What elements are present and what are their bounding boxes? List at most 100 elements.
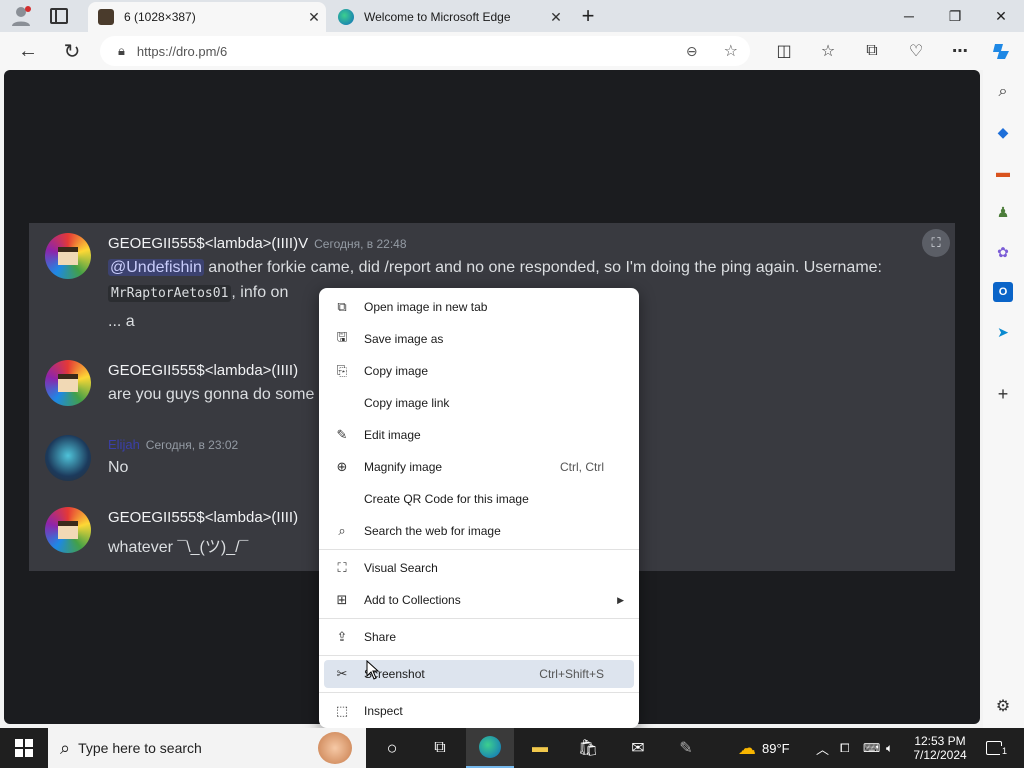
avatar <box>45 507 91 553</box>
new-tab-button[interactable]: + <box>576 3 600 29</box>
menu-item-open-image-new-tab[interactable]: ⧉ Open image in new tab <box>324 293 634 321</box>
menu-item-inspect[interactable]: ⬚ Inspect <box>324 697 634 725</box>
favorites-icon[interactable]: ☆ <box>814 37 842 65</box>
collections-icon: ⊞ <box>336 592 348 607</box>
title-bar: 6 (1028×387) ✕ Welcome to Microsoft Edge… <box>0 0 1024 32</box>
menu-item-magnify-image[interactable]: ⊕ Magnify image Ctrl, Ctrl <box>324 453 634 481</box>
mail-icon[interactable]: ✉ <box>626 736 650 760</box>
notification-center-icon[interactable]: 1 <box>982 728 1009 768</box>
message-text-line2: MrRaptorAetos01, info on <box>108 284 288 302</box>
volume-muted-icon[interactable]: 🔈︎ <box>886 728 893 768</box>
add-sidebar-icon[interactable]: + <box>993 384 1013 404</box>
menu-item-add-to-collections[interactable]: ⊞ Add to Collections ▶ <box>324 586 634 614</box>
save-image-icon: 🖫 <box>336 329 348 344</box>
tab-title: 6 (1028×387) <box>124 10 196 24</box>
submenu-arrow-icon: ▶ <box>617 594 624 605</box>
edge-favicon-icon <box>338 9 354 25</box>
avatar <box>45 233 91 279</box>
games-icon[interactable]: ♟ <box>993 202 1013 222</box>
menu-item-save-image-as[interactable]: 🖫 Save image as <box>324 325 634 353</box>
taskbar-search-box[interactable]: ⌕ Type here to search <box>48 728 366 768</box>
tools-icon[interactable]: ▬ <box>993 162 1013 182</box>
inline-code: MrRaptorAetos01 <box>108 285 232 302</box>
message-text: @Undefishin another forkie came, did /re… <box>108 259 882 276</box>
menu-item-visual-search[interactable]: ⛶ Visual Search <box>324 554 634 582</box>
menu-item-shortcut: Ctrl+Shift+S <box>539 667 604 681</box>
tray-app-icon[interactable]: ⧠ <box>840 728 850 768</box>
lock-icon[interactable]: 🔒︎ <box>118 43 125 59</box>
tab-actions-icon[interactable] <box>50 8 68 24</box>
share-icon: ⇪ <box>336 629 348 644</box>
back-button[interactable]: ← <box>14 37 42 65</box>
collections-icon[interactable]: ⧉ <box>858 37 886 65</box>
image-tab-favicon-icon <box>98 9 114 25</box>
message-text: are you guys gonna do some <box>108 386 315 403</box>
refresh-button[interactable]: ↻ <box>58 37 86 65</box>
notification-count: 1 <box>999 746 1009 756</box>
windows-taskbar: ⌕ Type here to search ○ ⧉ ▬ 🛍︎ ✉ ✎ ☁ 89°… <box>0 728 1024 768</box>
copy-image-icon: ⎘ <box>336 363 348 378</box>
weather-widget[interactable]: ☁ 89°F <box>738 728 790 768</box>
sidebar-settings-icon[interactable]: ⚙ <box>993 696 1013 716</box>
restore-button[interactable]: ❐ <box>932 0 978 32</box>
app-icon[interactable]: ✎ <box>674 736 698 760</box>
weather-icon: ☁ <box>738 737 756 758</box>
message-username: Elijah Сегодня, в 23:02 <box>108 437 239 452</box>
tab-image[interactable]: 6 (1028×387) ✕ <box>88 2 326 32</box>
menu-item-label: Inspect <box>364 704 403 718</box>
visual-search-hover-icon[interactable]: ⛶ <box>922 229 950 257</box>
close-tab-icon[interactable]: ✕ <box>302 9 326 26</box>
edit-image-icon: ✎ <box>336 427 348 442</box>
tab-welcome[interactable]: Welcome to Microsoft Edge ✕ <box>328 2 568 32</box>
url-text: https://dro.pm/6 <box>136 43 228 59</box>
close-tab-icon[interactable]: ✕ <box>544 9 568 26</box>
minimize-button[interactable]: ─ <box>886 0 932 32</box>
microsoft-store-icon[interactable]: 🛍︎ <box>576 736 600 760</box>
menu-item-create-qr-code[interactable]: Create QR Code for this image <box>324 485 634 513</box>
search-icon[interactable]: ⌕ <box>993 82 1013 102</box>
visual-search-icon: ⛶ <box>337 560 347 575</box>
task-view-icon[interactable]: ⧉ <box>428 736 452 760</box>
zoom-out-icon[interactable]: ⊖ <box>686 43 698 60</box>
cortana-icon[interactable]: ○ <box>380 736 404 760</box>
menu-item-share[interactable]: ⇪ Share <box>324 623 634 651</box>
clock[interactable]: 12:53 PM 7/12/2024 <box>913 728 966 768</box>
menu-item-label: Magnify image <box>364 460 443 474</box>
weather-temp: 89°F <box>762 740 790 756</box>
edge-sidebar: ⌕ ◆ ▬ ♟ ✿ O ➤ + ⚙ <box>983 70 1024 728</box>
windows-start-icon[interactable] <box>12 736 36 760</box>
edge-taskbar-icon[interactable] <box>466 728 514 768</box>
address-bar[interactable]: 🔒︎ https://dro.pm/6 ⊖ ☆ <box>100 36 750 66</box>
browser-essentials-icon[interactable]: ♡ <box>902 37 930 65</box>
split-screen-icon[interactable]: ◫ <box>770 37 798 65</box>
send-icon[interactable]: ➤ <box>993 322 1013 342</box>
menu-divider <box>319 549 639 550</box>
menu-item-copy-image[interactable]: ⎘ Copy image <box>324 357 634 385</box>
file-explorer-icon[interactable]: ▬ <box>528 736 552 760</box>
menu-item-copy-image-link[interactable]: Copy image link <box>324 389 634 417</box>
copilot-icon[interactable] <box>988 37 1016 65</box>
outlook-icon[interactable]: O <box>993 282 1013 302</box>
network-icon[interactable]: ⌨ <box>863 728 880 768</box>
menu-item-label: Screenshot <box>364 667 425 681</box>
message-text-line3: ... a <box>108 313 135 330</box>
menu-divider <box>319 618 639 619</box>
close-window-button[interactable]: ✕ <box>978 0 1024 32</box>
favorite-star-icon[interactable]: ☆ <box>724 41 738 61</box>
microsoft-365-icon[interactable]: ✿ <box>993 242 1013 262</box>
menu-item-edit-image[interactable]: ✎ Edit image <box>324 421 634 449</box>
message-username: GEOEGII555$<lambda>(IIII)V Сегодня, в 22:… <box>108 235 407 252</box>
avatar <box>45 435 91 481</box>
menu-item-label: Add to Collections <box>364 593 461 607</box>
menu-item-search-web-for-image[interactable]: ⌕ Search the web for image <box>324 517 634 545</box>
profile-icon[interactable] <box>10 6 32 26</box>
clock-time: 12:53 PM <box>914 734 966 748</box>
inspect-icon: ⬚ <box>335 703 349 718</box>
menu-divider <box>319 692 639 693</box>
more-menu-icon[interactable]: ⋯ <box>946 37 974 65</box>
menu-item-label: Save image as <box>364 332 444 346</box>
menu-item-shortcut: Ctrl, Ctrl <box>560 460 604 474</box>
message-username: GEOEGII555$<lambda>(IIII) <box>108 362 299 379</box>
shopping-tag-icon[interactable]: ◆ <box>993 122 1013 142</box>
tray-chevron-icon[interactable]: ︿ <box>816 728 829 768</box>
